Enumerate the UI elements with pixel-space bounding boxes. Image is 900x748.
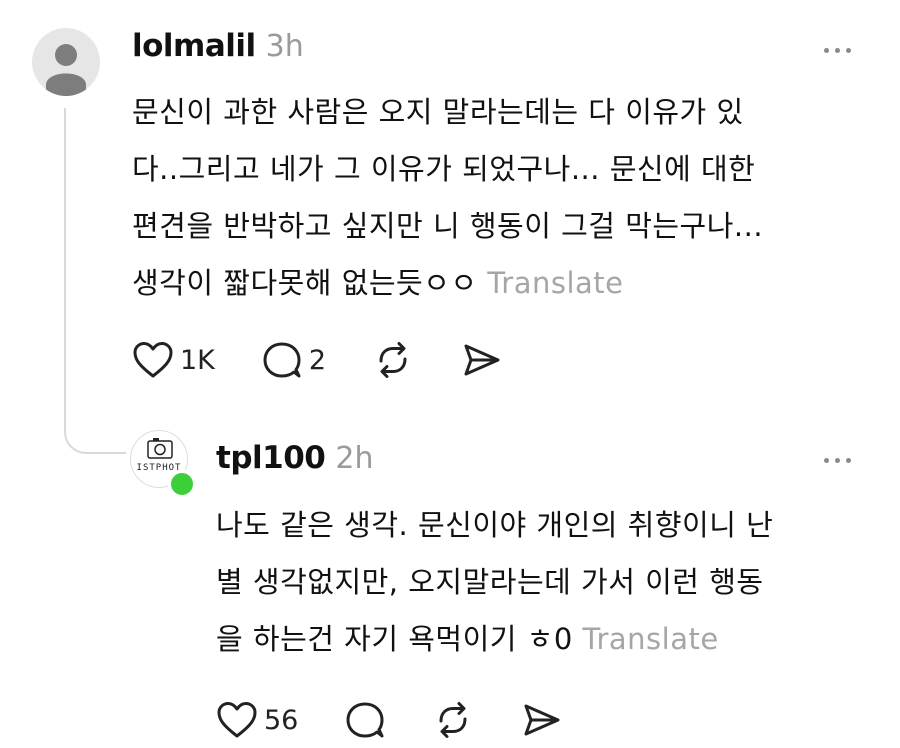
translate-link[interactable]: Translate [583,622,719,656]
reply-actions: 56 [216,700,608,740]
reply-header: tpl100 2h [216,440,373,476]
repost-button[interactable] [432,701,474,739]
reply-line-text: 을 하는건 자기 욕먹이기 ㅎ0 [216,622,573,656]
username[interactable]: lolmalil [132,28,256,64]
like-button[interactable]: 56 [216,701,298,739]
repost-button[interactable] [372,341,414,379]
more-icon[interactable] [824,458,851,463]
avatar[interactable] [32,28,100,96]
comment-button[interactable] [344,701,386,739]
thread-connector [64,400,126,454]
comment-button[interactable]: 2 [261,341,326,379]
comment-icon [346,702,384,738]
share-button[interactable] [520,701,562,739]
online-status-badge [168,470,196,498]
more-icon[interactable] [824,48,851,53]
post-line: 문신이 과한 사람은 오지 말라는데는 다 이유가 있 [132,95,744,129]
comment-icon [263,342,301,378]
timestamp: 3h [265,29,304,64]
post-line: 생각이 짧다못해 없는듯ㅇㅇ Translate [132,255,763,312]
repost-icon [379,342,407,378]
default-avatar-icon [46,44,86,96]
heart-icon [217,702,257,738]
post-header: lolmalil 3h [132,28,304,64]
translate-link[interactable]: Translate [487,266,623,300]
share-icon [464,344,500,376]
reply-body: 나도 같은 생각. 문신이야 개인의 취향이니 난 별 생각없지만, 오지말라는… [216,497,773,668]
post-line: 다..그리고 네가 그 이유가 되었구나... 문신에 대한 [132,152,756,186]
post-line: 편견을 반박하고 싶지만 니 행동이 그걸 막는구나... [132,209,764,243]
share-button[interactable] [460,341,502,379]
timestamp: 2h [335,441,374,476]
post-line-text: 생각이 짧다못해 없는듯ㅇㅇ [132,266,478,300]
like-count: 56 [264,704,299,736]
post-body: 문신이 과한 사람은 오지 말라는데는 다 이유가 있 다..그리고 네가 그 … [132,84,763,312]
like-count: 1K [180,344,215,376]
comment-count: 2 [308,344,327,376]
heart-icon [133,342,173,378]
reply-line: 을 하는건 자기 욕먹이기 ㅎ0 Translate [216,611,773,668]
reply-line: 별 생각없지만, 오지말라는데 가서 이런 행동 [216,565,764,599]
repost-icon [439,702,467,738]
share-icon [524,704,560,736]
thread-line [64,108,66,426]
post-actions: 1K 2 [132,340,548,380]
like-button[interactable]: 1K [132,341,215,379]
reply-line: 나도 같은 생각. 문신이야 개인의 취향이니 난 [216,508,774,542]
username[interactable]: tpl100 [216,440,326,476]
